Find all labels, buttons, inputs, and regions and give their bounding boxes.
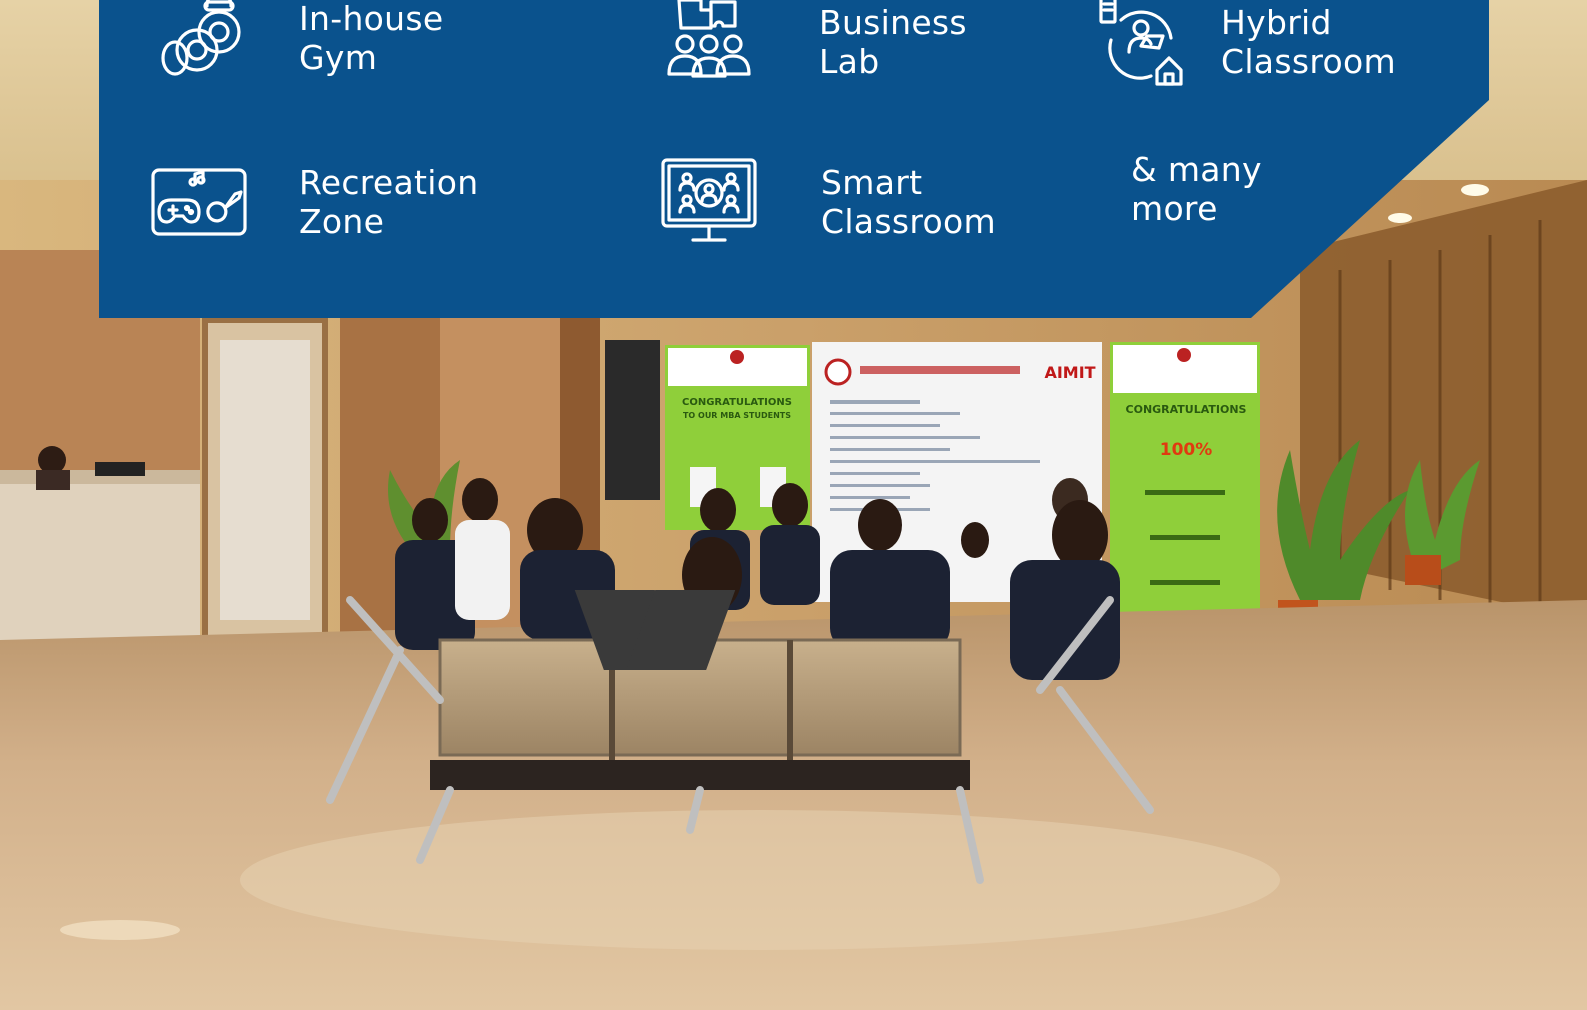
feature-many-more[interactable]: & many more bbox=[1131, 150, 1331, 228]
feature-gym[interactable]: In-house Gym bbox=[149, 0, 559, 88]
feature-business-lab-line2: Lab bbox=[819, 42, 880, 81]
feature-business-lab-line1: Business bbox=[819, 3, 967, 42]
gamepad-guitar-icon bbox=[149, 152, 249, 252]
video-conference-monitor-icon bbox=[659, 152, 759, 252]
feature-many-more-line2: more bbox=[1131, 189, 1218, 228]
feature-smart-classroom[interactable]: Smart Classroom bbox=[659, 152, 1081, 252]
remote-learning-icon bbox=[1091, 0, 1191, 92]
feature-business-lab[interactable]: Business Lab bbox=[659, 0, 1079, 92]
banner-right-heading: CONGRATULATIONS bbox=[1126, 403, 1247, 416]
features-panel: In-house Gym Business Lab Hybrid Classro… bbox=[99, 0, 1489, 318]
feature-smart-classroom-line2: Classroom bbox=[821, 202, 996, 241]
feature-smart-classroom-line1: Smart bbox=[821, 163, 923, 202]
banner-left-heading: CONGRATULATIONS bbox=[682, 397, 792, 408]
feature-recreation-zone-line1: Recreation bbox=[299, 163, 479, 202]
feature-hybrid-classroom-line2: Classroom bbox=[1221, 42, 1396, 81]
kettlebell-icon bbox=[149, 0, 249, 88]
banner-center-brand: AIMIT bbox=[1044, 363, 1095, 382]
feature-hybrid-classroom[interactable]: Hybrid Classroom bbox=[1091, 0, 1481, 92]
feature-hybrid-classroom-line1: Hybrid bbox=[1221, 3, 1332, 42]
feature-recreation-zone[interactable]: Recreation Zone bbox=[149, 152, 559, 252]
feature-many-more-line1: & many bbox=[1131, 150, 1262, 189]
feature-recreation-zone-line2: Zone bbox=[299, 202, 385, 241]
feature-gym-line1: In-house bbox=[299, 0, 444, 38]
feature-gym-line2: Gym bbox=[299, 38, 378, 77]
banner-right: CONGRATULATIONS 100% bbox=[1110, 342, 1260, 634]
banner-right-highlight: 100% bbox=[1160, 440, 1213, 460]
team-puzzle-icon bbox=[659, 0, 759, 92]
banner-left-subheading: TO OUR MBA STUDENTS bbox=[683, 411, 791, 420]
